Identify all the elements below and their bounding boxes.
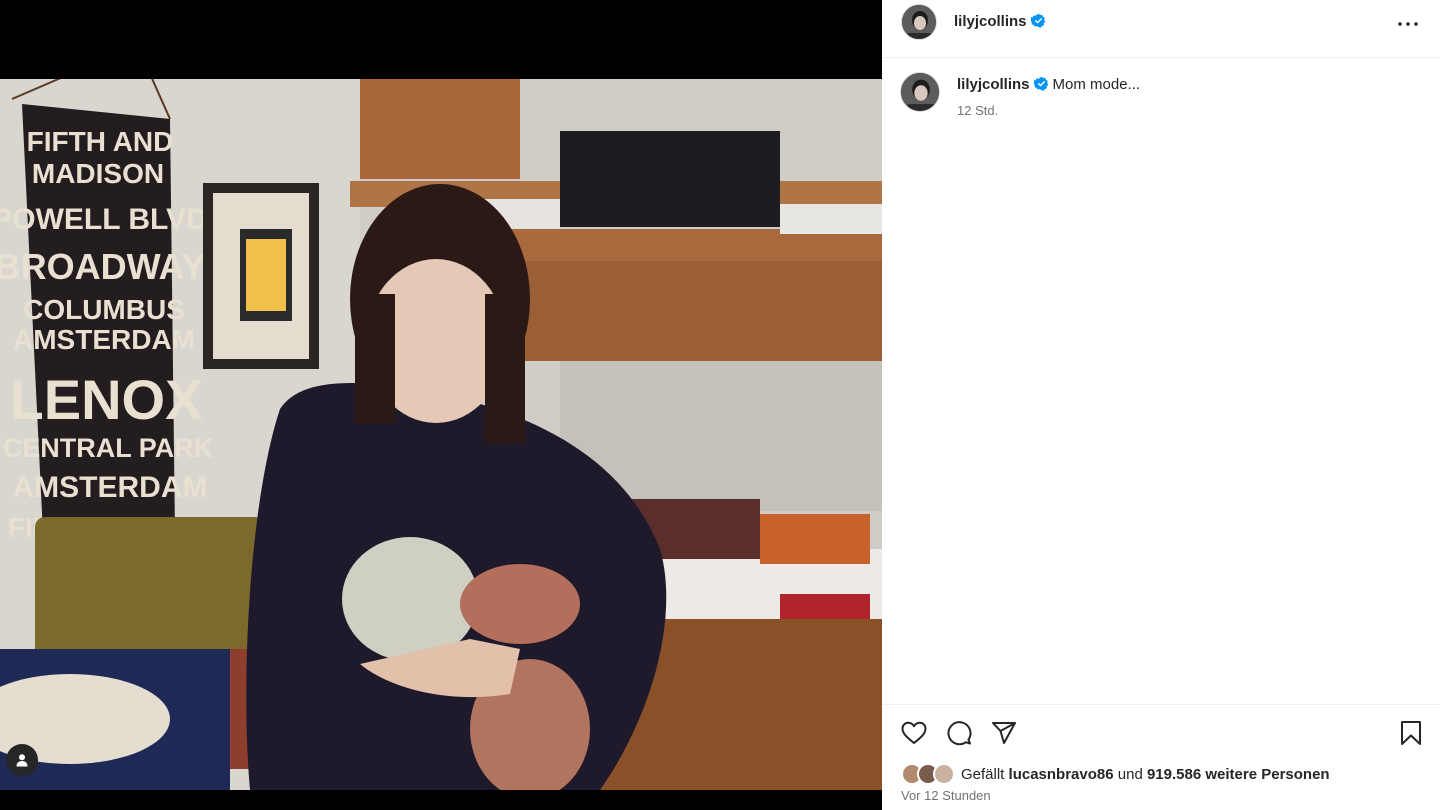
save-button[interactable] — [1396, 718, 1426, 748]
likes-summary: Gefällt lucasnbravo86 und 919.586 weiter… — [901, 763, 1330, 785]
comment-icon — [947, 721, 972, 746]
caption-username[interactable]: lilyjcollins — [957, 76, 1030, 93]
instagram-post-modal: FIFTH AND MADISON POWELL BLVD BROADWAY C… — [0, 0, 1440, 810]
avatar-image — [901, 73, 939, 111]
caption-timestamp[interactable]: 12 Std. — [957, 103, 998, 118]
comment-button[interactable] — [944, 718, 974, 748]
post-media: FIFTH AND MADISON POWELL BLVD BROADWAY C… — [0, 0, 882, 810]
verified-badge-icon — [1030, 13, 1045, 28]
heart-icon — [901, 721, 927, 744]
like-button[interactable] — [899, 718, 929, 748]
likes-count[interactable]: 919.586 weitere Personen — [1147, 766, 1330, 783]
sign-line: BROADWAY — [0, 246, 205, 287]
post-photo[interactable]: FIFTH AND MADISON POWELL BLVD BROADWAY C… — [0, 79, 882, 790]
caption-line: lilyjcollins Mom mode... — [957, 76, 1140, 93]
more-options-icon — [1398, 22, 1418, 26]
sign-line: AMSTERDAM — [13, 324, 195, 355]
action-bar — [882, 704, 1440, 760]
sign-line: CENTRAL PARK — [3, 433, 214, 463]
sign-line: FIFTH AND — [27, 126, 174, 157]
photo-illustration: FIFTH AND MADISON POWELL BLVD BROADWAY C… — [0, 79, 882, 790]
liker-avatar — [933, 763, 955, 785]
post-timestamp[interactable]: Vor 12 Stunden — [901, 788, 991, 803]
sign-line: MADISON — [32, 158, 164, 189]
likes-joiner: und — [1117, 765, 1143, 783]
user-tag-icon — [16, 754, 28, 767]
user-tag-button[interactable] — [6, 744, 38, 776]
caption-avatar[interactable] — [900, 72, 940, 112]
avatar-image — [902, 5, 936, 39]
more-options-button[interactable] — [1396, 12, 1420, 36]
username-link[interactable]: lilyjcollins — [954, 13, 1046, 30]
share-button[interactable] — [989, 718, 1019, 748]
caption-text: Mom mode... — [1052, 76, 1141, 93]
sign-line: COLUMBUS — [23, 294, 185, 325]
sign-line: AMSTERDAM — [13, 471, 208, 504]
verified-badge-icon — [1033, 76, 1048, 91]
share-icon — [992, 722, 1016, 744]
bookmark-icon — [1401, 721, 1421, 745]
liked-by-username[interactable]: lucasnbravo86 — [1009, 766, 1114, 783]
sign-line: POWELL BLVD — [0, 203, 208, 236]
liker-avatars — [901, 763, 957, 785]
post-header: lilyjcollins — [882, 0, 1440, 58]
likes-prefix: Gefällt — [961, 765, 1005, 783]
post-sidebar: lilyjcollins lilyjcollins Mom mode... 12 … — [882, 0, 1440, 810]
sign-line: LENOX — [10, 368, 203, 431]
username-text: lilyjcollins — [954, 13, 1027, 30]
avatar[interactable] — [901, 4, 937, 40]
